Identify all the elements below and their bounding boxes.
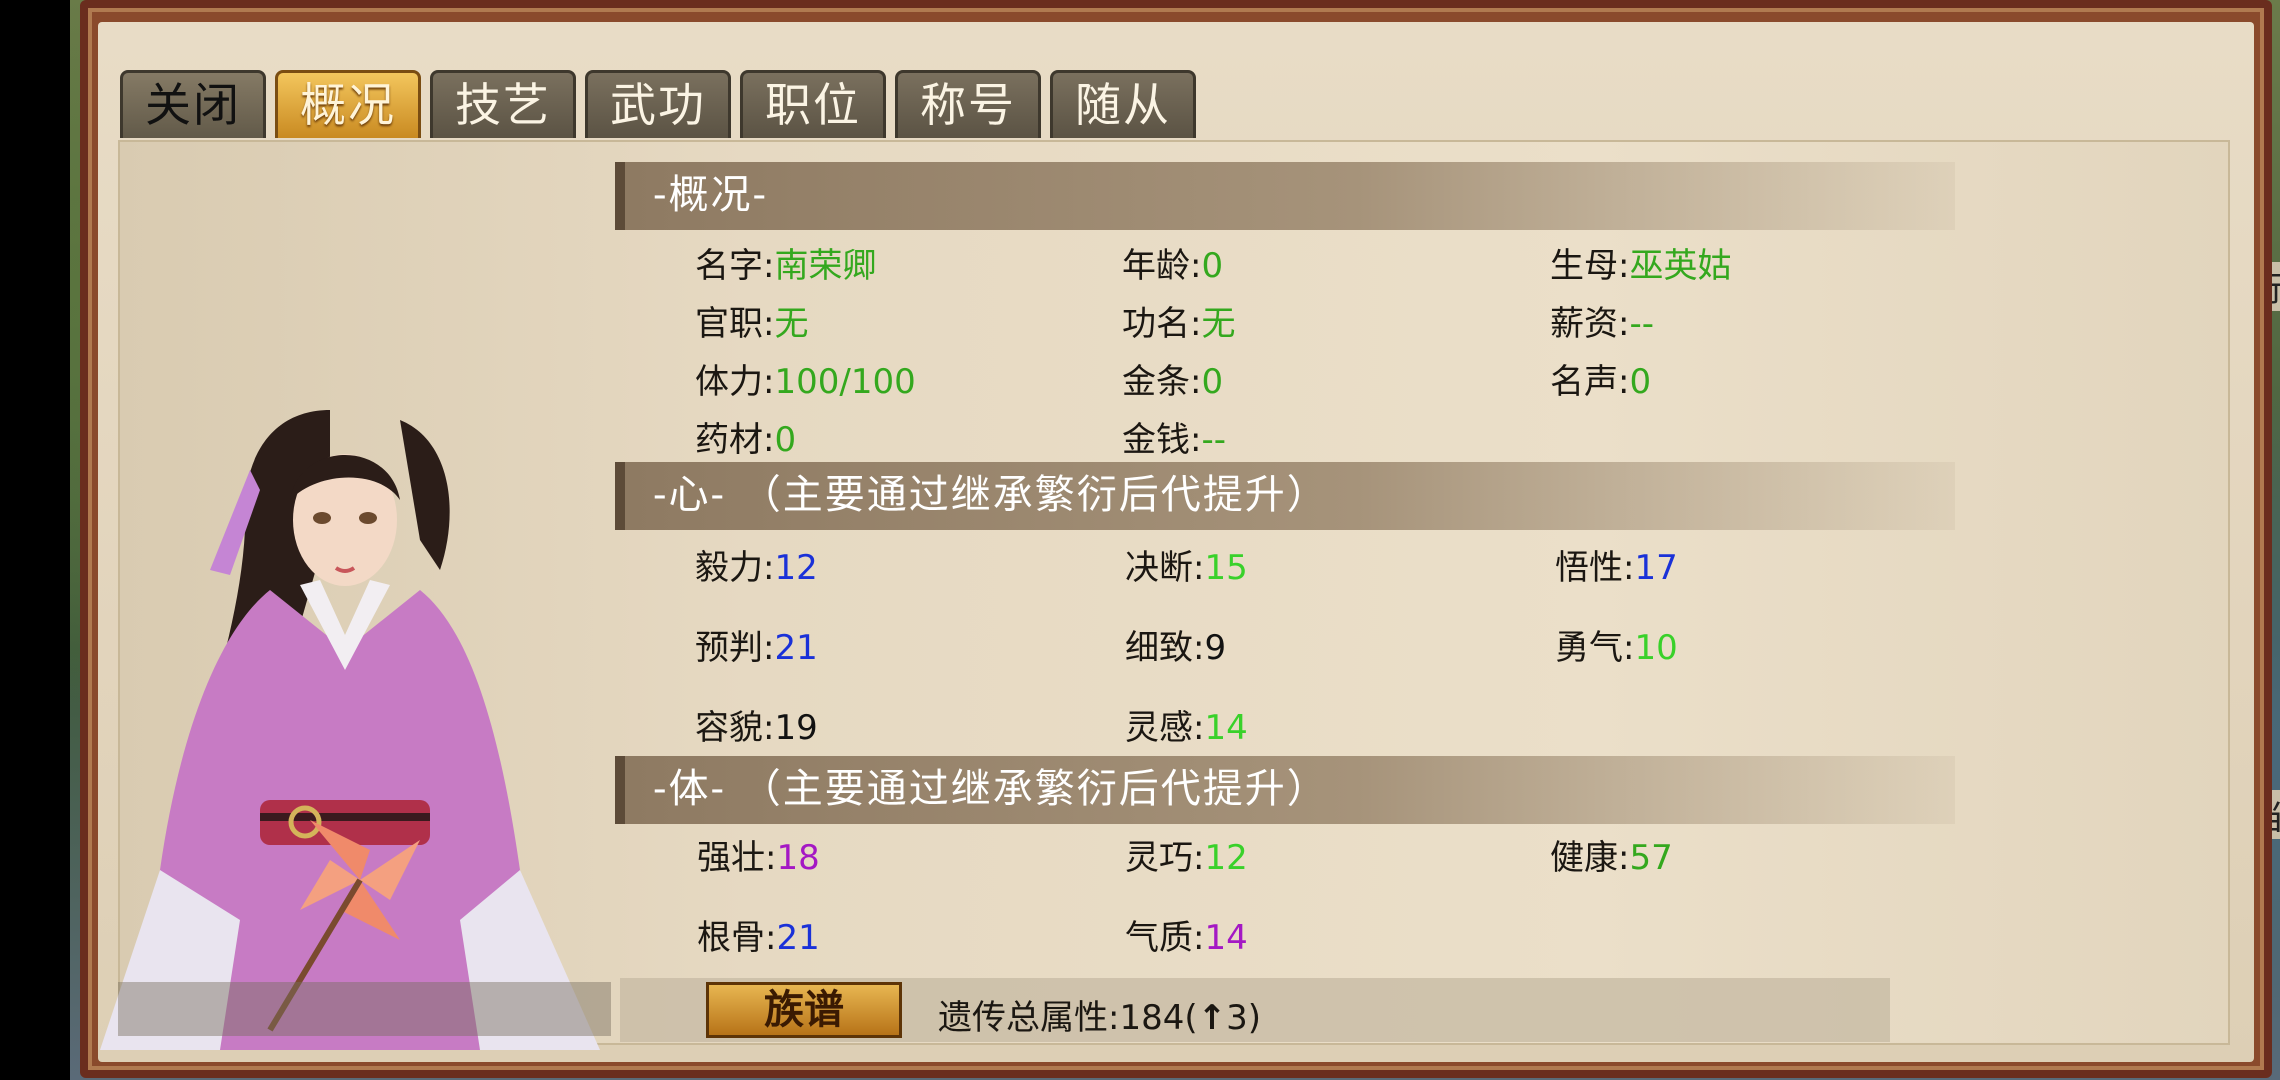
field-name: 名字:南荣卿 bbox=[695, 238, 876, 287]
label-stamina: 体力: bbox=[695, 362, 775, 402]
tab-position[interactable]: 职位 bbox=[740, 70, 886, 138]
label-mother: 生母: bbox=[1550, 246, 1630, 286]
label-inspiration: 灵感: bbox=[1125, 708, 1205, 748]
portrait-nameplate bbox=[118, 982, 611, 1036]
field-salary: 薪资:-- bbox=[1550, 296, 1654, 345]
field-gold-bars: 金条:0 bbox=[1122, 354, 1223, 403]
heritage-total: 遗传总属性:184(↑3) bbox=[938, 990, 1261, 1039]
field-official-post: 官职:无 bbox=[695, 296, 808, 345]
field-money: 金钱:-- bbox=[1122, 412, 1226, 461]
label-perseverance: 毅力: bbox=[695, 548, 775, 588]
label-temperament: 气质: bbox=[1125, 918, 1205, 958]
heritage-value: 184( bbox=[1119, 998, 1198, 1038]
value-reputation: 0 bbox=[1629, 362, 1652, 402]
value-decisiveness: 15 bbox=[1204, 548, 1248, 588]
value-meticulousness: 9 bbox=[1204, 628, 1227, 668]
label-comprehension: 悟性: bbox=[1555, 548, 1635, 588]
field-mother: 生母:巫英姑 bbox=[1550, 238, 1731, 287]
character-portrait bbox=[100, 410, 600, 1050]
value-foresight: 21 bbox=[774, 628, 818, 668]
tab-martial[interactable]: 武功 bbox=[585, 70, 731, 138]
label-appearance: 容貌: bbox=[695, 708, 775, 748]
value-bone: 21 bbox=[776, 918, 820, 958]
value-gold-bars: 0 bbox=[1201, 362, 1224, 402]
value-agility: 12 bbox=[1204, 838, 1248, 878]
label-gold-bars: 金条: bbox=[1122, 362, 1202, 402]
section-overview-header: -概况- bbox=[615, 162, 1955, 230]
field-stamina: 体力:100/100 bbox=[695, 354, 916, 403]
value-name: 南荣卿 bbox=[774, 246, 877, 286]
field-courage: 勇气:10 bbox=[1555, 620, 1678, 669]
value-strength: 18 bbox=[776, 838, 820, 878]
field-appearance: 容貌:19 bbox=[695, 700, 818, 749]
label-foresight: 预判: bbox=[695, 628, 775, 668]
value-salary: -- bbox=[1629, 304, 1655, 344]
heritage-delta: 3) bbox=[1226, 998, 1262, 1038]
heritage-label: 遗传总属性: bbox=[938, 998, 1120, 1038]
value-comprehension: 17 bbox=[1634, 548, 1678, 588]
label-agility: 灵巧: bbox=[1125, 838, 1205, 878]
value-herbs: 0 bbox=[774, 420, 797, 460]
genealogy-button[interactable]: 族谱 bbox=[706, 982, 902, 1038]
field-perseverance: 毅力:12 bbox=[695, 540, 818, 589]
label-bone: 根骨: bbox=[697, 918, 777, 958]
field-strength: 强壮:18 bbox=[697, 830, 820, 879]
label-meticulousness: 细致: bbox=[1125, 628, 1205, 668]
value-health: 57 bbox=[1629, 838, 1673, 878]
field-decisiveness: 决断:15 bbox=[1125, 540, 1248, 589]
field-foresight: 预判:21 bbox=[695, 620, 818, 669]
tab-skills[interactable]: 技艺 bbox=[430, 70, 576, 138]
field-agility: 灵巧:12 bbox=[1125, 830, 1248, 879]
field-health: 健康:57 bbox=[1550, 830, 1673, 879]
label-health: 健康: bbox=[1550, 838, 1630, 878]
field-inspiration: 灵感:14 bbox=[1125, 700, 1248, 749]
label-strength: 强壮: bbox=[697, 838, 777, 878]
field-reputation: 名声:0 bbox=[1550, 354, 1651, 403]
section-body-header: -体- （主要通过继承繁衍后代提升） bbox=[615, 756, 1955, 824]
value-perseverance: 12 bbox=[774, 548, 818, 588]
field-bone: 根骨:21 bbox=[697, 910, 820, 959]
tab-overview[interactable]: 概况 bbox=[275, 70, 421, 138]
value-temperament: 14 bbox=[1204, 918, 1248, 958]
up-arrow-icon: ↑ bbox=[1197, 998, 1227, 1038]
label-decisiveness: 决断: bbox=[1125, 548, 1205, 588]
tab-followers[interactable]: 随从 bbox=[1050, 70, 1196, 138]
label-rank: 功名: bbox=[1122, 304, 1202, 344]
value-stamina: 100/100 bbox=[774, 362, 916, 402]
value-inspiration: 14 bbox=[1204, 708, 1248, 748]
value-mother: 巫英姑 bbox=[1629, 246, 1732, 286]
label-courage: 勇气: bbox=[1555, 628, 1635, 668]
field-rank: 功名:无 bbox=[1122, 296, 1235, 345]
label-age: 年龄: bbox=[1122, 246, 1202, 286]
tab-title[interactable]: 称号 bbox=[895, 70, 1041, 138]
value-age: 0 bbox=[1201, 246, 1224, 286]
label-official-post: 官职: bbox=[695, 304, 775, 344]
field-age: 年龄:0 bbox=[1122, 238, 1223, 287]
label-name: 名字: bbox=[695, 246, 775, 286]
field-comprehension: 悟性:17 bbox=[1555, 540, 1678, 589]
tab-close[interactable]: 关闭 bbox=[120, 70, 266, 138]
field-temperament: 气质:14 bbox=[1125, 910, 1248, 959]
label-herbs: 药材: bbox=[695, 420, 775, 460]
label-reputation: 名声: bbox=[1550, 362, 1630, 402]
value-rank: 无 bbox=[1201, 304, 1236, 344]
label-money: 金钱: bbox=[1122, 420, 1202, 460]
value-money: -- bbox=[1201, 420, 1227, 460]
field-herbs: 药材:0 bbox=[695, 412, 796, 461]
field-meticulousness: 细致:9 bbox=[1125, 620, 1226, 669]
screen-left-border bbox=[0, 0, 72, 1080]
value-official-post: 无 bbox=[774, 304, 809, 344]
value-courage: 10 bbox=[1634, 628, 1678, 668]
value-appearance: 19 bbox=[774, 708, 818, 748]
label-salary: 薪资: bbox=[1550, 304, 1630, 344]
section-heart-header: -心- （主要通过继承繁衍后代提升） bbox=[615, 462, 1955, 530]
